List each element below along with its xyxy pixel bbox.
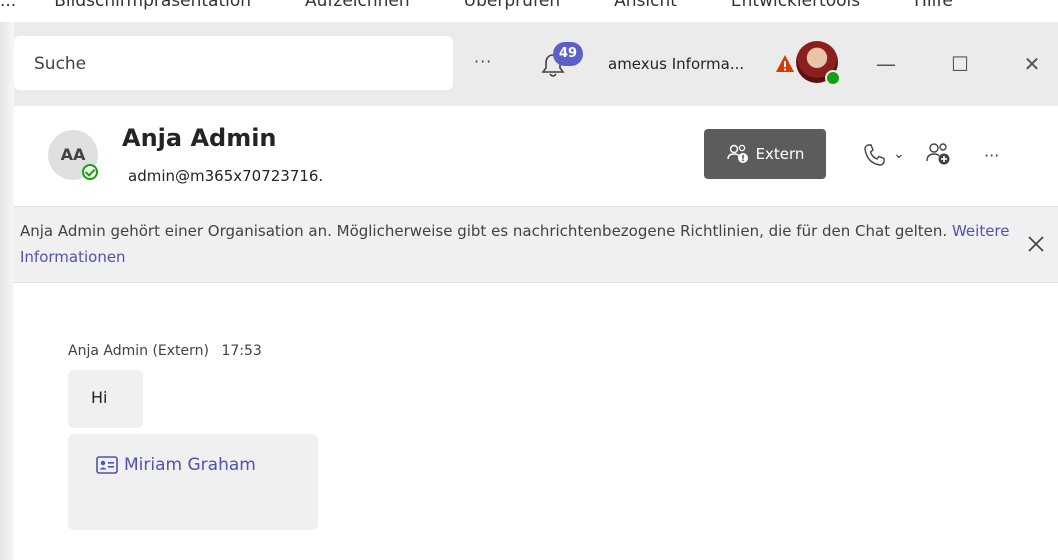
phone-icon[interactable] <box>860 141 888 169</box>
chat-more-options-button[interactable]: ··· <box>984 146 999 165</box>
org-switcher[interactable]: amexus Informa... <box>608 55 744 73</box>
message-bubble[interactable] <box>68 434 318 530</box>
search-input[interactable] <box>34 52 414 76</box>
ribbon-item[interactable]: Hilfe <box>914 0 953 11</box>
ribbon-item[interactable]: Aufzeichnen <box>305 0 410 11</box>
close-icon[interactable] <box>1024 232 1048 256</box>
add-people-icon[interactable] <box>924 140 952 168</box>
background-ribbon: ... Bildschirmpräsentation Aufzeichnen Ü… <box>0 0 1058 22</box>
ribbon-item[interactable]: Überprüfen <box>464 0 560 11</box>
presence-available-icon <box>825 70 841 86</box>
message-time: 17:53 <box>221 343 262 359</box>
ribbon-item[interactable]: Bildschirmpräsentation <box>54 0 251 11</box>
message-text: Hi <box>91 388 108 407</box>
contact-card-icon <box>96 456 118 474</box>
message-sender: Anja Admin (Extern) <box>68 343 209 359</box>
contact-card-link[interactable]: Miriam Graham <box>96 455 256 475</box>
ribbon-item[interactable]: Entwicklertools <box>731 0 860 11</box>
warning-icon <box>776 55 794 72</box>
chevron-down-icon[interactable]: ⌄ <box>893 146 905 162</box>
policy-banner-message: Anja Admin gehört einer Organisation an.… <box>20 222 948 240</box>
contact-email: admin@m365x70723716. <box>128 167 324 185</box>
ribbon-item[interactable]: Ansicht <box>614 0 677 11</box>
contact-name[interactable]: Anja Admin <box>122 124 277 152</box>
maximize-button[interactable]: ☐ <box>940 50 980 78</box>
policy-banner-text: Anja Admin gehört einer Organisation an.… <box>20 218 1010 270</box>
ribbon-item[interactable]: ... <box>0 0 16 11</box>
presence-available-icon <box>82 164 98 180</box>
extern-label: Extern <box>755 145 805 163</box>
window-edge <box>0 22 14 560</box>
extern-button[interactable]: Extern <box>704 129 826 179</box>
notification-badge: 49 <box>553 42 583 66</box>
contact-card-name: Miriam Graham <box>124 455 256 475</box>
close-window-button[interactable]: ✕ <box>1012 50 1052 78</box>
more-options-button[interactable]: ··· <box>474 52 492 71</box>
message-header: Anja Admin (Extern) 17:53 <box>68 343 262 359</box>
minimize-button[interactable]: — <box>866 50 906 78</box>
people-external-icon <box>726 144 748 163</box>
